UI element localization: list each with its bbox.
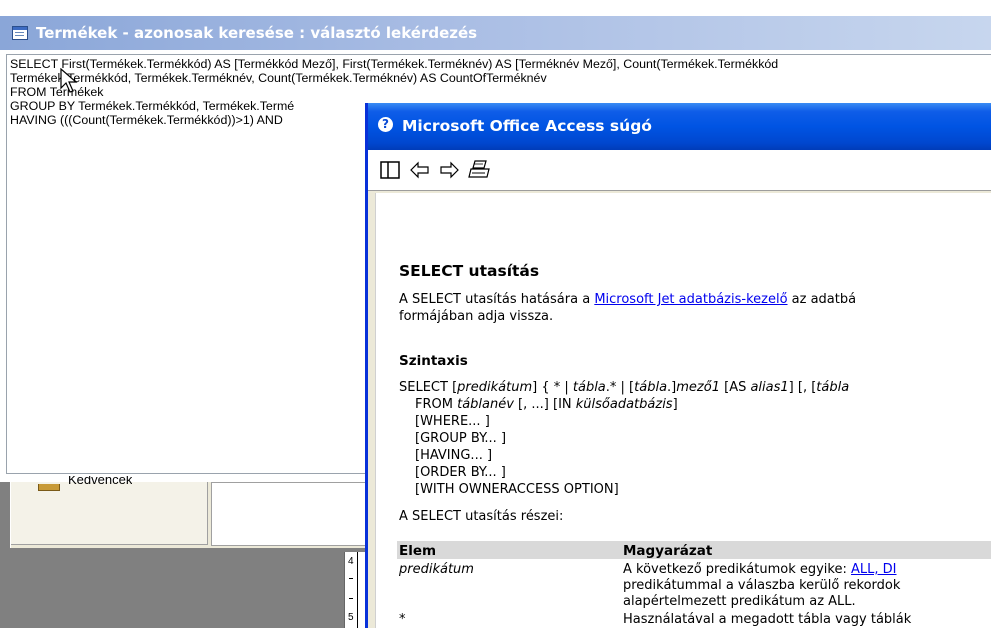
syntax-line: FROM táblanév [, ...] [IN külsőadatbázis…	[415, 396, 678, 413]
syntax-param: tábla	[816, 380, 850, 395]
sql-line[interactable]: FROM Termékek	[10, 85, 103, 99]
table-header-desc: Magyarázat	[623, 543, 713, 559]
syntax-text: [AS	[719, 380, 751, 395]
parts-caption: A SELECT utasítás részei:	[399, 509, 564, 524]
help-window: ? Microsoft Office Access súgó SELECT ut	[365, 103, 991, 628]
query-window-title: Termékek - azonosak keresése : választó …	[36, 24, 478, 42]
query-window-titlebar[interactable]: Termékek - azonosak keresése : választó …	[0, 16, 991, 50]
syntax-param: táblanév	[457, 397, 514, 412]
database-window-panel	[10, 482, 401, 548]
table-cell-elem: predikátum	[399, 562, 474, 577]
syntax-text: ]	[672, 397, 678, 412]
row-number: 4	[348, 556, 354, 567]
printer-icon[interactable]	[468, 159, 492, 181]
table-cell-elem: *	[399, 612, 406, 627]
favorites-label[interactable]: Kedvencek	[68, 476, 132, 488]
row-number: 5	[348, 612, 354, 623]
syntax-line: [GROUP BY... ]	[415, 431, 507, 446]
sql-line[interactable]: Termékek.Termékkód, Termékek.Terméknév, …	[10, 71, 547, 85]
forward-arrow-icon[interactable]	[438, 159, 460, 181]
syntax-text: [, ...] [IN	[513, 397, 576, 412]
syntax-param: tábla	[634, 380, 668, 395]
syntax-param: tábla	[572, 380, 606, 395]
back-arrow-icon[interactable]	[409, 159, 431, 181]
intro-text: az adatbá	[787, 292, 857, 307]
query-icon	[12, 26, 28, 40]
syntax-param: mező1	[676, 380, 720, 395]
pane-toggle-icon[interactable]	[379, 159, 401, 181]
help-content[interactable]: SELECT utasítás A SELECT utasítás hatásá…	[375, 193, 991, 628]
syntax-line: [WHERE... ]	[415, 414, 490, 429]
syntax-text: SELECT [	[399, 380, 458, 395]
table-cell-desc: Használatával a megadott tábla vagy tábl…	[623, 612, 912, 627]
favorites-folder-icon[interactable]	[38, 484, 60, 491]
predicate-link[interactable]: ALL, DI	[851, 562, 897, 577]
sql-line[interactable]: GROUP BY Termékek.Termékkód, Termékek.Te…	[10, 99, 294, 113]
table-cell-desc: A következő predikátumok egyike: ALL, DI	[623, 562, 897, 578]
intro-line: A SELECT utasítás hatására a Microsoft J…	[399, 292, 856, 308]
row-divider	[349, 578, 353, 579]
table-cell-desc: alapértelmezett predikátum az ALL.	[623, 594, 856, 609]
table-header-elem: Elem	[399, 543, 437, 559]
syntax-text: .* | [	[605, 380, 635, 395]
help-window-titlebar[interactable]: ? Microsoft Office Access súgó	[368, 103, 991, 150]
syntax-line: [HAVING... ]	[415, 448, 493, 463]
groups-pane	[11, 482, 208, 545]
syntax-param: predikátum	[457, 380, 533, 395]
sql-line[interactable]: SELECT First(Termékek.Termékkód) AS [Ter…	[10, 57, 778, 71]
jet-engine-link[interactable]: Microsoft Jet adatbázis-kezelő	[594, 292, 787, 307]
syntax-text: .]	[667, 380, 677, 395]
syntax-param: külsőadatbázis	[575, 397, 673, 412]
mouse-cursor-icon	[60, 68, 78, 93]
syntax-param: alias1	[750, 380, 789, 395]
intro-line: formájában adja vissza.	[399, 309, 554, 324]
sql-line[interactable]: HAVING (((Count(Termékek.Termékkód))>1) …	[10, 113, 283, 127]
help-frame: SELECT utasítás A SELECT utasítás hatásá…	[368, 150, 991, 628]
syntax-text: FROM	[415, 397, 458, 412]
syntax-text: ] { * |	[532, 380, 573, 395]
syntax-line: [ORDER BY... ]	[415, 465, 506, 480]
topic-heading: SELECT utasítás	[399, 262, 540, 280]
help-toolbar	[368, 150, 991, 191]
desc-text: A következő predikátumok egyike:	[623, 562, 851, 577]
grid-divider	[357, 552, 358, 628]
syntax-heading: Szintaxis	[399, 353, 468, 369]
syntax-line: [WITH OWNERACCESS OPTION]	[415, 482, 619, 497]
row-divider	[349, 598, 353, 599]
help-question-icon: ?	[378, 117, 393, 132]
syntax-line: SELECT [predikátum] { * | tábla.* | [táb…	[399, 379, 849, 396]
table-cell-desc: predikátummal a válaszba kerülő rekordok	[623, 578, 901, 593]
syntax-text: ] [, [	[788, 380, 817, 395]
help-window-title: Microsoft Office Access súgó	[402, 117, 652, 135]
intro-text: A SELECT utasítás hatására a	[399, 292, 595, 307]
